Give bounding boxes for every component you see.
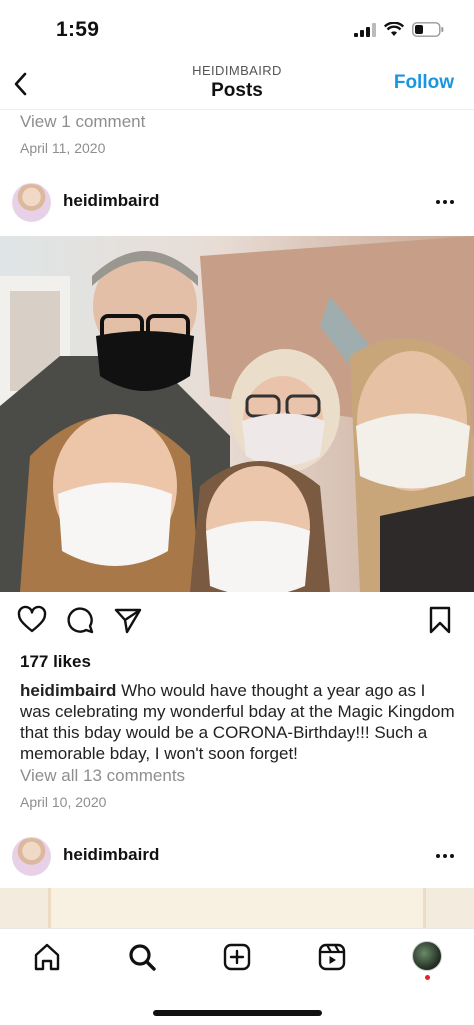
comment-icon — [67, 607, 94, 634]
tab-reels[interactable] — [314, 939, 350, 975]
home-icon — [34, 943, 60, 971]
caption-username[interactable]: heidimbaird — [20, 681, 116, 700]
post-caption: heidimbaird Who would have thought a yea… — [20, 680, 460, 764]
home-indicator — [153, 1010, 322, 1016]
view-all-comments-link[interactable]: View all 13 comments — [20, 766, 185, 786]
status-time: 1:59 — [56, 18, 100, 41]
search-icon — [129, 944, 156, 971]
post-image — [0, 236, 474, 592]
like-button[interactable] — [16, 604, 48, 636]
post-username[interactable]: heidimbaird — [63, 191, 159, 211]
heart-icon — [17, 605, 47, 633]
follow-button[interactable]: Follow — [394, 72, 454, 94]
tab-create[interactable] — [219, 939, 255, 975]
post-date: April 11, 2020 — [20, 140, 106, 156]
wifi-icon — [384, 22, 404, 36]
send-icon — [114, 608, 142, 634]
post-actions — [0, 604, 474, 640]
tab-home[interactable] — [29, 939, 65, 975]
cellular-signal-icon — [354, 22, 376, 37]
avatar[interactable] — [12, 837, 51, 876]
tab-search[interactable] — [124, 939, 160, 975]
notification-dot — [425, 975, 430, 980]
status-bar: 1:59 — [0, 0, 474, 58]
view-comments-link[interactable]: View 1 comment — [20, 112, 145, 132]
likes-count[interactable]: 177 likes — [20, 652, 91, 672]
comment-button[interactable] — [64, 604, 96, 636]
post-header: heidimbaird — [0, 826, 474, 886]
share-button[interactable] — [112, 604, 144, 636]
tab-bar — [0, 928, 474, 1025]
post-date: April 10, 2020 — [20, 794, 107, 810]
save-button[interactable] — [424, 604, 456, 636]
battery-icon — [412, 22, 444, 37]
post-header: heidimbaird — [0, 172, 474, 232]
create-icon — [223, 943, 251, 971]
post-photo[interactable] — [0, 888, 474, 928]
avatar[interactable] — [12, 183, 51, 222]
nav-header: HEIDIMBAIRD Posts Follow — [0, 58, 474, 110]
more-options-icon[interactable] — [434, 191, 456, 211]
post-username[interactable]: heidimbaird — [63, 845, 159, 865]
bookmark-icon — [429, 606, 451, 634]
more-options-icon[interactable] — [434, 845, 456, 865]
reels-icon — [318, 943, 346, 971]
tab-profile[interactable] — [412, 941, 442, 971]
status-icons — [354, 22, 444, 37]
post-photo[interactable] — [0, 236, 474, 592]
